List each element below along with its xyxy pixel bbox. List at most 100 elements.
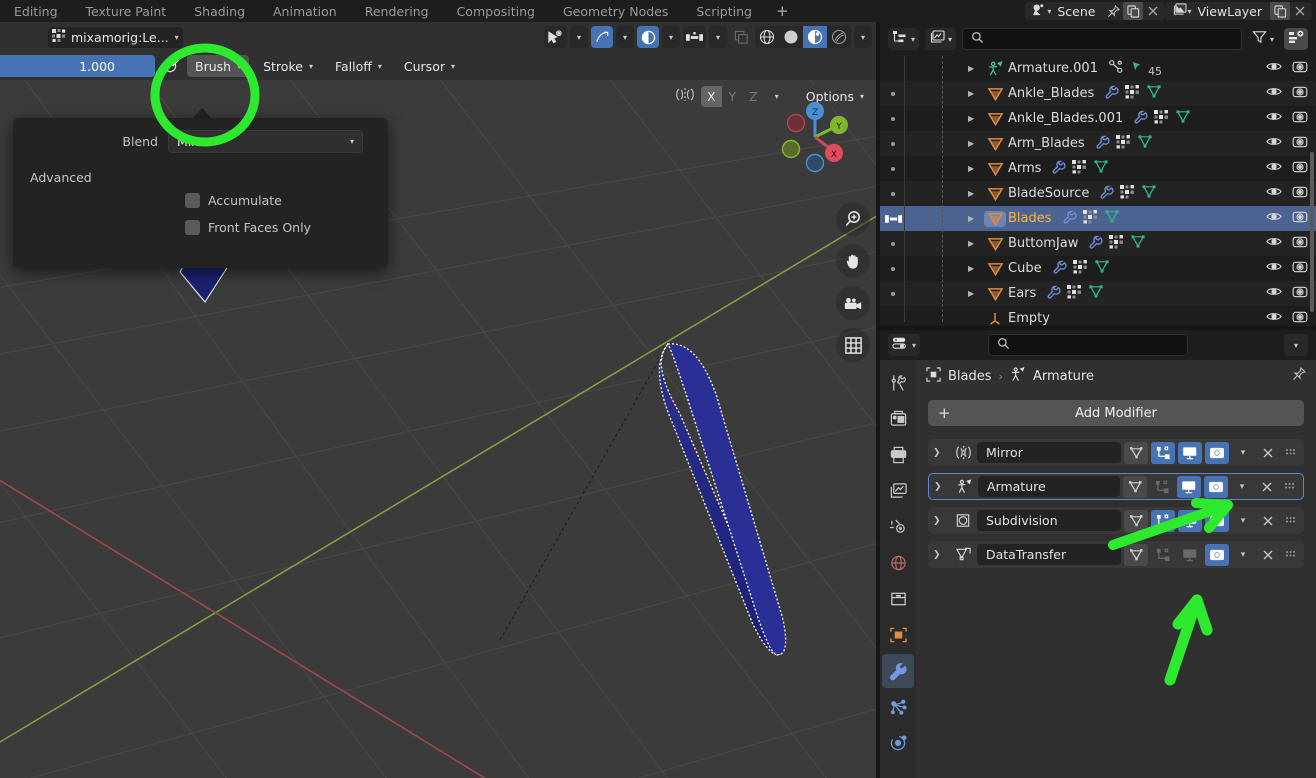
modifier-name-field[interactable]: Mirror [977,442,1121,463]
vertex-group-icon[interactable] [1120,184,1135,203]
outliner-item-label[interactable]: Blades [1006,211,1052,226]
eye-visibility-icon[interactable] [1266,85,1282,102]
strength-value[interactable]: 1.000 [79,59,145,74]
material-preview-icon[interactable] [803,26,827,48]
add-workspace-button[interactable]: + [766,2,799,20]
outliner-restriction-dot[interactable] [880,212,906,226]
vertex-group-icon[interactable] [1072,259,1088,278]
properties-search-input[interactable] [988,334,1189,356]
view-axis-gizmo[interactable]: Z Y X [775,97,855,177]
brush-settings-popup[interactable]: Blend Mix ▾ Advanced Accumulate Front Fac… [13,118,388,268]
snap-chevron-icon[interactable]: ▾ [616,26,634,48]
modifier-toggle-edit-mode[interactable] [1151,509,1175,532]
outliner-item-label[interactable]: Arm_Blades [1006,136,1085,151]
vertex-group-icon[interactable] [1067,284,1082,303]
viewlayer-selector[interactable]: ▾ ViewLayer [1165,2,1312,20]
bone-data-icon[interactable] [1108,59,1124,78]
drag-grip-icon[interactable] [1282,544,1300,566]
outliner-row[interactable]: ▶ Arm_Blades [880,131,1316,156]
camera-render-icon[interactable] [1292,60,1308,78]
modifier-toggle-render[interactable] [1205,509,1229,532]
eye-visibility-icon[interactable] [1266,235,1282,252]
modifier-expand-icon[interactable]: ❯ [933,448,949,458]
properties-tab-collection-box[interactable] [882,582,914,616]
close-viewlayer-icon[interactable] [1290,2,1310,20]
properties-tab-world-globe[interactable] [882,546,914,580]
outliner-row-list[interactable]: ▶ Armature.001 45 ▶ Ankle_Blades ▶ Ankle_Blade… [880,56,1316,330]
viewport-menu-brush[interactable]: Brush ▾ [187,55,250,77]
properties-tab-object-orange-square[interactable] [882,618,914,652]
outliner-item-label[interactable]: Ankle_Blades [1006,86,1094,101]
expand-triangle-icon[interactable]: ▶ [968,164,984,173]
eye-visibility-icon[interactable] [1266,185,1282,202]
wireframe-icon[interactable] [755,26,779,48]
expand-triangle-icon[interactable]: ▶ [968,139,984,148]
properties-tab-scene-cone[interactable] [882,510,914,544]
chevron-down-icon[interactable]: ▾ [237,62,241,71]
outliner-row[interactable]: ▶ ButtomJaw [880,231,1316,256]
eye-visibility-icon[interactable] [1266,285,1282,302]
modifier-stack[interactable]: ❯ Mirror ▾ ❯ Armature ▾ ❯ Subdivision ▾ ❯ DataTran… [916,439,1316,568]
mesh-data-icon[interactable] [1130,234,1146,253]
mesh-data-icon[interactable] [1104,209,1120,228]
outliner-item-label[interactable]: Ankle_Blades.001 [1006,111,1123,126]
outliner-restriction-dot[interactable] [880,191,906,196]
chevron-down-icon[interactable]: ▾ [378,62,382,71]
solid-icon[interactable] [779,26,803,48]
proportional-edit-toggle[interactable] [637,26,659,48]
outliner-row[interactable]: ▶ Arms [880,156,1316,181]
eye-visibility-icon[interactable] [1266,60,1282,77]
camera-render-icon[interactable] [1292,285,1308,303]
zoom-icon[interactable] [836,202,870,236]
expand-triangle-icon[interactable]: ▶ [968,64,984,73]
chevron-down-icon[interactable]: ▾ [1232,544,1254,566]
new-collection-button[interactable] [1284,28,1308,50]
modifier-wrench-icon[interactable] [1099,185,1114,203]
vertex-group-icon[interactable] [1125,84,1140,103]
modifier-expand-icon[interactable]: ❯ [933,550,949,560]
vertex-group-icon[interactable] [1115,134,1131,153]
properties-tab-modifier-wrench[interactable] [882,654,914,688]
modifier-wrench-icon[interactable] [1104,85,1119,103]
proportional-chevron-icon[interactable]: ▾ [662,26,680,48]
modifier-wrench-icon[interactable] [1046,285,1061,303]
workspace-tab-geometry-nodes[interactable]: Geometry Nodes [549,4,682,19]
modifier-wrench-icon[interactable] [1088,235,1103,253]
blend-mode-select[interactable]: Mix ▾ [168,129,363,153]
camera-render-icon[interactable] [1292,160,1308,178]
mesh-data-icon[interactable] [1146,84,1162,103]
symmetry-axis-group[interactable]: XYZ [700,85,764,107]
visibility-chevron-icon[interactable]: ▾ [570,26,588,48]
active-object-selector[interactable]: mixamorig:Le... ▾ [48,26,183,48]
mirror-options-button[interactable] [683,26,706,48]
outliner-search-field[interactable] [990,32,1233,46]
drag-grip-icon[interactable] [1281,476,1299,498]
expand-triangle-icon[interactable]: ▶ [968,114,984,123]
modifier-toggle-realtime[interactable] [1178,509,1202,532]
camera-render-icon[interactable] [1292,135,1308,153]
mesh-data-icon[interactable] [1088,284,1104,303]
3d-viewport[interactable]: mixamorig:Le... ▾ ▾ ▾ ▾ ▾ ▾ 1.000 Brush … [0,22,880,778]
properties-tab-particles[interactable] [882,690,914,724]
mesh-data-icon[interactable] [1141,184,1157,203]
modifier-expand-icon[interactable]: ❯ [934,482,950,492]
chevron-down-icon[interactable]: ▾ [1231,476,1253,498]
mesh-data-icon[interactable] [1094,259,1110,278]
outliner-row[interactable]: ▶ Ears [880,281,1316,306]
properties-tab-physics[interactable] [882,726,914,760]
modifier-name-field[interactable]: Armature [978,476,1120,497]
camera-render-icon[interactable] [1292,260,1308,278]
modifier-toggle-edit-mode-cage[interactable] [1124,441,1148,464]
properties-tab-tool[interactable] [882,366,914,400]
modifier-name-field[interactable]: Subdivision [977,510,1121,531]
workspace-tab-rendering[interactable]: Rendering [351,4,443,19]
close-x-icon[interactable] [1257,442,1279,464]
checkbox-front-faces-only[interactable] [185,220,200,235]
symmetry-axis-x[interactable]: X [700,85,722,107]
outliner-row[interactable]: ▶ Blades [880,206,1316,231]
chevron-down-icon[interactable]: ▾ [1232,510,1254,532]
grid-ortho-icon[interactable] [836,328,870,362]
modifier-toggle-realtime[interactable] [1178,544,1202,566]
modifier-toggle-edit-mode[interactable] [1151,544,1175,566]
expand-triangle-icon[interactable]: ▶ [968,189,984,198]
